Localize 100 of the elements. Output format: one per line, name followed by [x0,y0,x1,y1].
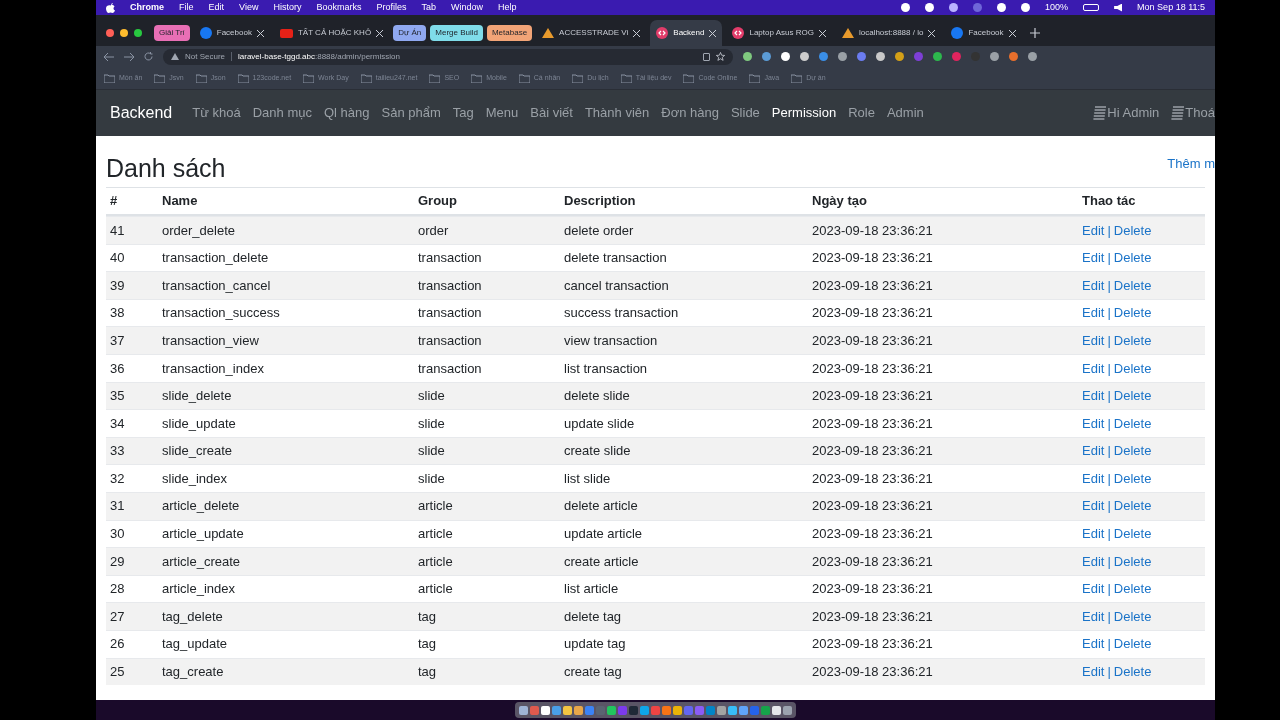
zoom-window-button[interactable] [134,29,142,37]
minimize-window-button[interactable] [120,29,128,37]
extension-icon[interactable] [876,52,885,61]
browser-tab[interactable]: ACCESSTRADE Vi [536,20,647,46]
delete-link[interactable]: Delete [1113,468,1152,489]
add-link[interactable]: Thêm m [1167,153,1215,173]
browser-tab[interactable]: Backend [650,20,723,46]
close-icon[interactable] [376,29,384,37]
nav-link[interactable]: Permission [765,103,843,123]
delete-link[interactable]: Delete [1113,220,1152,241]
delete-link[interactable]: Delete [1113,579,1152,599]
nav-link[interactable]: Role [842,103,881,123]
menu-item[interactable]: File [179,0,194,15]
edit-link[interactable]: Edit [1082,220,1105,241]
edit-link[interactable]: Edit [1082,441,1105,461]
browser-tab[interactable]: Laptop Asus ROG [726,20,832,46]
nav-link[interactable]: Ql hàng [317,103,376,123]
edit-link[interactable]: Edit [1082,579,1105,599]
edit-link[interactable]: Edit [1082,524,1105,544]
edit-link[interactable]: Edit [1082,468,1105,489]
edit-link[interactable]: Edit [1082,413,1105,434]
nav-link[interactable]: Thành viên [578,103,656,123]
nav-link[interactable]: Bài viết [524,103,579,123]
delete-link[interactable]: Delete [1113,358,1152,378]
edit-link[interactable]: Edit [1082,496,1105,516]
close-icon[interactable] [1008,29,1016,37]
status-icon[interactable] [901,3,911,12]
menu-item[interactable]: Tab [421,0,436,15]
edit-link[interactable]: Edit [1082,662,1105,682]
reload-icon[interactable] [144,52,153,61]
new-tab-icon[interactable] [1029,28,1040,38]
menu-item[interactable]: History [273,0,302,15]
menu-item[interactable]: View [239,0,259,15]
nav-link[interactable]: Từ khoá [186,103,247,123]
delete-link[interactable]: Delete [1113,551,1152,572]
status-icon[interactable] [949,3,959,12]
delete-link[interactable]: Delete [1113,303,1152,323]
nav-link[interactable]: Thoá [1171,103,1215,123]
tab-group-chip[interactable]: Metabase [486,25,533,41]
close-icon[interactable] [256,29,264,37]
delete-link[interactable]: Delete [1113,441,1152,461]
brand-link[interactable]: Backend [110,101,173,125]
tab-group-chip[interactable]: Dự Án [393,25,427,41]
share-icon[interactable] [703,52,710,61]
nav-link[interactable]: Hi Admin [1093,103,1160,123]
delete-link[interactable]: Delete [1113,662,1152,682]
delete-link[interactable]: Delete [1113,248,1152,268]
close-icon[interactable] [928,29,936,37]
clock[interactable]: Mon Sep 18 11:5 [1137,0,1205,15]
nav-link[interactable]: Admin [880,103,930,123]
edit-link[interactable]: Edit [1082,606,1105,627]
app-menu[interactable]: Chrome [130,0,164,15]
browser-tab[interactable]: Facebook [193,20,270,46]
edit-link[interactable]: Edit [1082,303,1105,323]
menu-item[interactable]: Edit [208,0,225,15]
extension-icon[interactable] [781,52,790,61]
browser-tab[interactable]: TẤT CẢ HOẶC KHÔ [273,20,390,46]
menu-item[interactable]: Window [450,0,483,15]
tab-group-chip[interactable]: Giải Trí [154,25,190,41]
menu-item[interactable]: Help [498,0,517,15]
edit-link[interactable]: Edit [1082,330,1105,351]
edit-link[interactable]: Edit [1082,634,1105,654]
tab-group-chip[interactable]: Merge Build [430,25,483,41]
nav-link[interactable]: Menu [479,103,525,123]
forward-icon[interactable] [124,52,134,61]
edit-link[interactable]: Edit [1082,248,1105,268]
close-icon[interactable] [633,29,641,37]
star-icon[interactable] [716,52,725,61]
browser-tab[interactable]: Facebook [945,20,1022,46]
volume-icon[interactable] [1114,3,1123,12]
edit-link[interactable]: Edit [1082,551,1105,572]
browser-tab[interactable]: localhost:8888 / lo [835,20,942,46]
nav-link[interactable]: Đơn hàng [655,103,725,123]
nav-link[interactable]: Tag [446,103,480,123]
status-icon[interactable] [1021,3,1031,12]
close-icon[interactable] [709,29,717,37]
delete-link[interactable]: Delete [1113,634,1152,654]
delete-link[interactable]: Delete [1113,524,1152,544]
close-window-button[interactable] [106,29,114,37]
delete-link[interactable]: Delete [1113,386,1152,406]
edit-link[interactable]: Edit [1082,358,1105,378]
back-icon[interactable] [104,52,114,61]
edit-link[interactable]: Edit [1082,386,1105,406]
menu-item[interactable]: Bookmarks [316,0,362,15]
nav-link[interactable]: Sản phẩm [375,103,447,123]
extension-icon[interactable] [895,52,904,61]
close-icon[interactable] [818,29,826,37]
delete-link[interactable]: Delete [1113,413,1152,434]
edit-link[interactable]: Edit [1082,275,1105,296]
extension-icon[interactable] [800,52,809,61]
delete-link[interactable]: Delete [1113,330,1152,351]
extension-icon[interactable] [743,52,752,61]
delete-link[interactable]: Delete [1113,606,1152,627]
delete-link[interactable]: Delete [1113,275,1152,296]
status-icon[interactable] [997,3,1007,12]
menu-item[interactable]: Profiles [376,0,407,15]
nav-link[interactable]: Danh mục [246,103,318,123]
address-field[interactable]: Not Secure laravel-base-tggd.abc:8888/admin/permission [163,48,733,65]
nav-link[interactable]: Slide [724,103,766,123]
battery-icon[interactable] [1083,4,1100,11]
